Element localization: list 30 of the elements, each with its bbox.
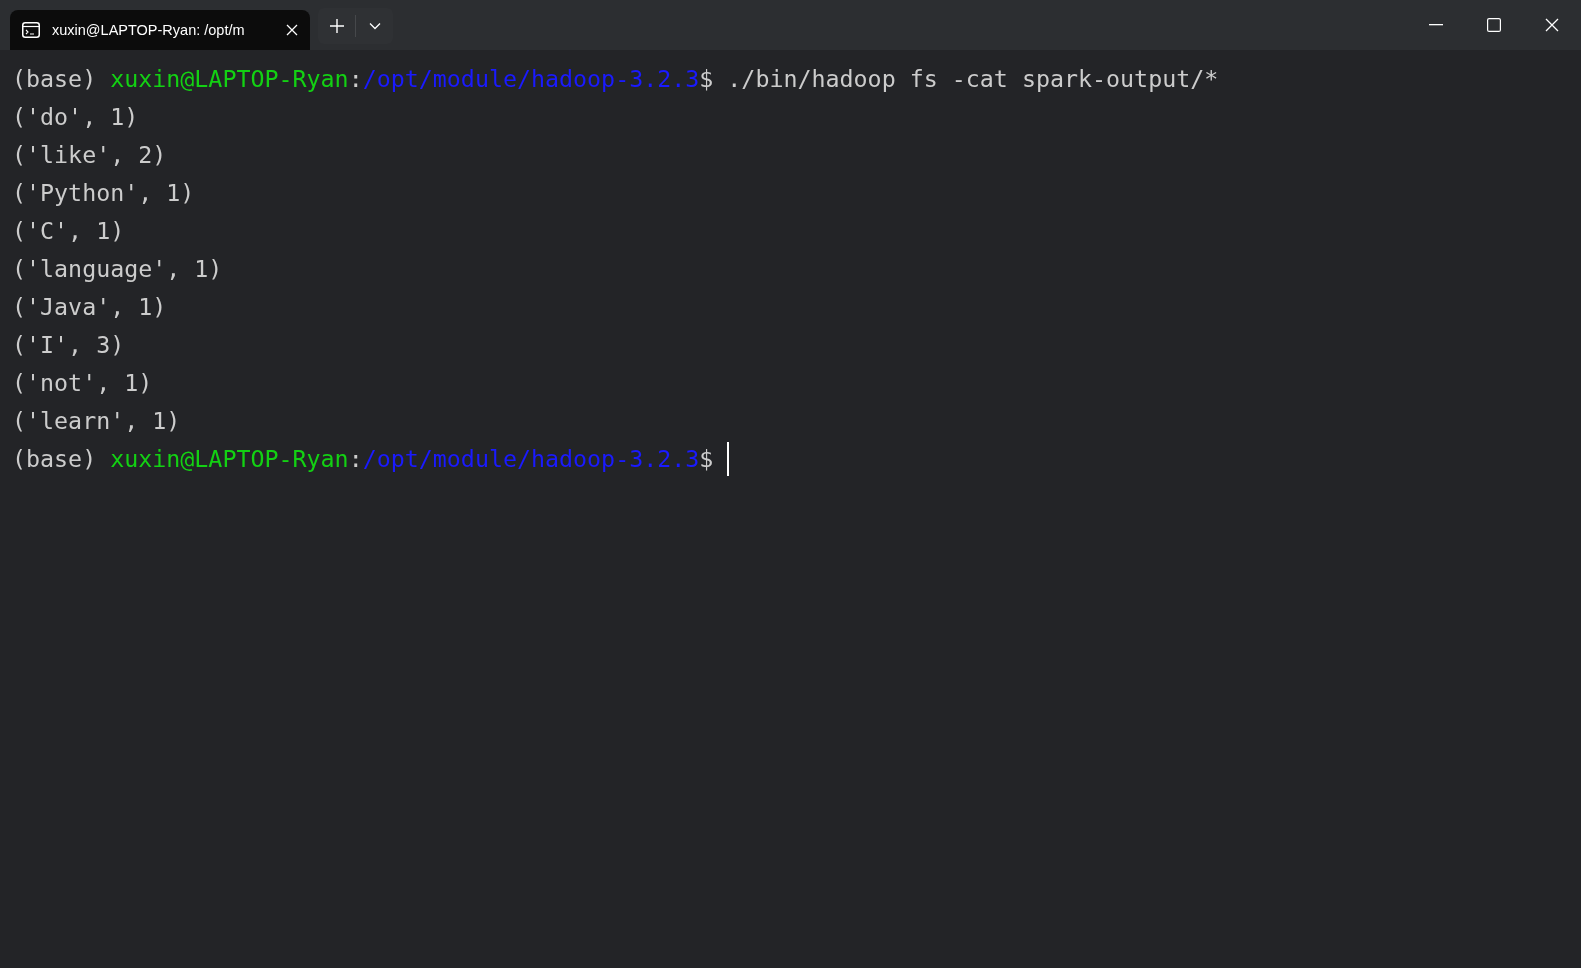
terminal-text: (base) — [12, 444, 98, 474]
terminal-text: $ — [699, 444, 715, 474]
terminal-text: ('like', 2) — [12, 140, 167, 170]
tab-title: xuxin@LAPTOP-Ryan: /opt/m — [52, 22, 246, 38]
close-icon — [1545, 18, 1559, 32]
terminal-text: (base) — [12, 64, 98, 94]
chevron-down-icon — [368, 22, 381, 30]
terminal-icon — [22, 22, 40, 38]
terminal-text: ('not', 1) — [12, 368, 153, 398]
terminal-text: : — [348, 444, 363, 474]
terminal-tab[interactable]: xuxin@LAPTOP-Ryan: /opt/m — [10, 10, 310, 50]
close-tab-button[interactable] — [286, 24, 298, 36]
path-text: /opt/module/hadoop-3.2.3 — [362, 444, 700, 474]
maximize-icon — [1487, 18, 1501, 32]
terminal-text: ('I', 3) — [12, 330, 125, 360]
terminal-text: : — [348, 64, 363, 94]
terminal-text: ('Python', 1) — [12, 178, 195, 208]
user-host-text: xuxin@LAPTOP-Ryan — [110, 64, 349, 94]
user-host-text: xuxin@LAPTOP-Ryan — [110, 444, 349, 474]
plus-icon — [329, 19, 344, 33]
terminal-text: ('language', 1) — [12, 254, 223, 284]
close-icon — [286, 24, 298, 36]
minimize-icon — [1429, 24, 1443, 26]
terminal-text: $ ./bin/hadoop fs -cat spark-output/* — [699, 64, 1219, 94]
text-cursor — [727, 442, 730, 476]
terminal-text: ('learn', 1) — [12, 406, 181, 436]
terminal-text: ('Java', 1) — [12, 292, 167, 322]
terminal-text: ('do', 1) — [12, 102, 139, 132]
terminal-text: ('C', 1) — [12, 216, 125, 246]
path-text: /opt/module/hadoop-3.2.3 — [362, 64, 700, 94]
